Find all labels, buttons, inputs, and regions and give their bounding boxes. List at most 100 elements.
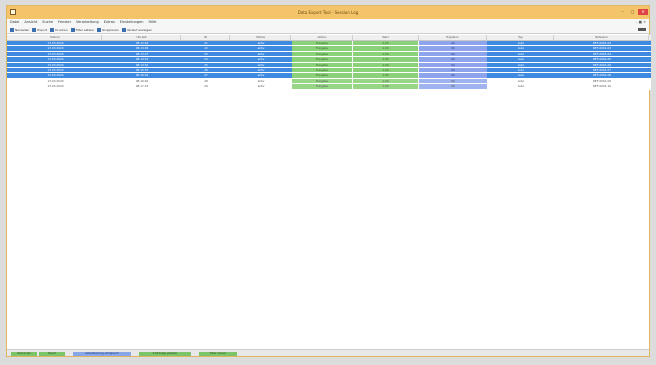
export-label: Export — [37, 27, 48, 32]
cell-status: aktiv — [257, 84, 265, 89]
close-button[interactable]: ✕ — [638, 9, 648, 15]
column-header[interactable]: Referenz — [555, 35, 649, 40]
cell-action: Freigabe — [292, 67, 353, 73]
cell-action: Freigabe — [292, 46, 353, 51]
column-header[interactable]: Ergebnis — [419, 35, 487, 40]
cell-id: 22 — [204, 46, 208, 51]
menu-item-window[interactable]: Fenster — [58, 19, 71, 26]
menu-item-settings[interactable]: Einstellungen — [120, 19, 144, 26]
cell-time: 08:15:31 — [135, 67, 149, 72]
column-header[interactable]: Uhrzeit — [103, 35, 181, 40]
cell-action: Freigabe — [292, 62, 353, 67]
window-title: Data Export Tool - Session Log — [297, 10, 359, 15]
cell-result: OK — [419, 62, 487, 67]
minimize-button[interactable]: – — [618, 9, 627, 15]
cell-time: 08:16:40 — [135, 78, 149, 83]
status-connection[interactable]: Verbunden — [11, 351, 37, 356]
table-row[interactable]: 13.03.2020 08:17:15 29 aktiv Freigabe 1,… — [7, 84, 651, 90]
cell-id: 21 — [204, 41, 208, 45]
filter-label: Filter setzen — [75, 27, 94, 32]
cell-value: 1,00 — [353, 62, 419, 67]
cell-action: Freigabe — [292, 57, 353, 62]
title-bar[interactable]: Data Export Tool - Session Log – □ ✕ — [7, 6, 649, 19]
column-header[interactable]: Typ — [488, 35, 554, 40]
column-header[interactable]: Aktion — [292, 35, 353, 40]
cell-id: 29 — [204, 84, 208, 89]
cell-value: 1,00 — [353, 73, 419, 78]
cell-status: aktiv — [257, 62, 265, 67]
column-header[interactable]: Status — [231, 35, 291, 40]
cell-reference: REF-0001-10 — [592, 84, 611, 89]
cell-date: 13.03.2020 — [47, 84, 64, 89]
menu-bar: Datei Ansicht Suche Fenster Verarbeitung… — [7, 19, 649, 26]
cell-value: 1,00 — [353, 84, 419, 89]
cell-status: aktiv — [257, 78, 265, 83]
group-button[interactable]: Gruppieren — [96, 27, 119, 33]
cell-action: Freigabe — [292, 78, 353, 84]
cell-result: OK — [419, 78, 487, 84]
menu-item-extras[interactable]: Extras — [104, 19, 115, 26]
cell-result: OK — [419, 84, 487, 89]
menu-item-view[interactable]: Ansicht — [24, 19, 37, 26]
maximize-button[interactable]: □ — [628, 9, 637, 15]
cell-result: OK — [419, 51, 487, 57]
cell-type: Auto — [517, 78, 525, 83]
menu-item-help[interactable]: Hilfe — [149, 19, 157, 26]
cell-result: OK — [419, 73, 487, 78]
cell-type: Auto — [517, 51, 525, 56]
cell-action: Freigabe — [292, 84, 353, 89]
cell-date: 13.03.2020 — [47, 41, 64, 45]
status-update[interactable]: Aktualisierung erfolgreich — [73, 351, 131, 356]
cell-status: aktiv — [257, 51, 265, 56]
print-button[interactable]: Drucken — [50, 27, 68, 33]
menu-item-file[interactable]: Datei — [10, 19, 19, 26]
cell-reference: REF-0001-03 — [592, 46, 611, 51]
cell-time: 08:14:52 — [135, 62, 149, 67]
reload-button[interactable]: Neuladen — [10, 27, 29, 33]
cell-value: 1,00 — [353, 57, 419, 62]
menu-item-processing[interactable]: Verarbeitung — [76, 19, 99, 26]
filter-button[interactable]: Filter setzen — [70, 27, 94, 33]
menu-item-search[interactable]: Suche — [42, 19, 53, 26]
cell-type: Auto — [517, 46, 525, 51]
cell-reference: REF-0001-07 — [592, 67, 611, 72]
cell-value: 1,00 — [353, 46, 419, 51]
status-ready[interactable]: Bereit — [39, 351, 65, 356]
cell-id: 23 — [204, 51, 208, 56]
cell-reference: REF-0001-09 — [592, 78, 611, 83]
status-filter[interactable]: Filter: keiner — [199, 351, 237, 356]
column-header[interactable]: Wert — [353, 35, 419, 40]
cell-status: aktiv — [257, 41, 265, 45]
cell-action: Freigabe — [292, 41, 353, 46]
refresh-icon — [10, 27, 14, 32]
export-button[interactable]: Export — [32, 27, 48, 33]
cell-type: Auto — [517, 41, 525, 45]
cell-date: 13.03.2020 — [47, 67, 64, 72]
status-entries[interactable]: 9 Einträge geladen — [139, 351, 191, 356]
history-button[interactable]: Verlauf anzeigen — [121, 27, 152, 33]
cell-time: 08:14:10 — [135, 57, 149, 62]
cell-date: 13.03.2020 — [47, 73, 64, 78]
cell-result: OK — [419, 67, 487, 73]
cell-reference: REF-0001-06 — [592, 62, 611, 67]
cell-status: aktiv — [257, 57, 265, 62]
cell-result: OK — [419, 46, 487, 51]
toolbar-overflow-icon[interactable] — [638, 28, 646, 31]
cell-action: Freigabe — [292, 51, 353, 57]
status-bar: Verbunden Bereit Aktualisierung erfolgre… — [7, 349, 649, 356]
cell-type: Auto — [517, 67, 525, 72]
cell-type: Auto — [517, 62, 525, 67]
mdi-controls[interactable]: – ■ ✕ — [636, 20, 646, 24]
column-header[interactable]: Datum — [9, 35, 102, 40]
group-icon — [96, 27, 101, 32]
cell-date: 13.03.2020 — [47, 78, 64, 83]
cell-value: 1,00 — [353, 51, 419, 57]
cell-time: 08:17:15 — [135, 84, 149, 89]
cell-reference: REF-0001-02 — [592, 41, 611, 45]
cell-status: aktiv — [257, 73, 265, 78]
column-header[interactable]: ID — [182, 35, 230, 40]
cell-time: 08:16:02 — [135, 73, 149, 78]
cell-result: OK — [419, 41, 487, 46]
history-label: Verlauf anzeigen — [126, 27, 152, 32]
cell-time: 08:12:44 — [135, 41, 149, 45]
